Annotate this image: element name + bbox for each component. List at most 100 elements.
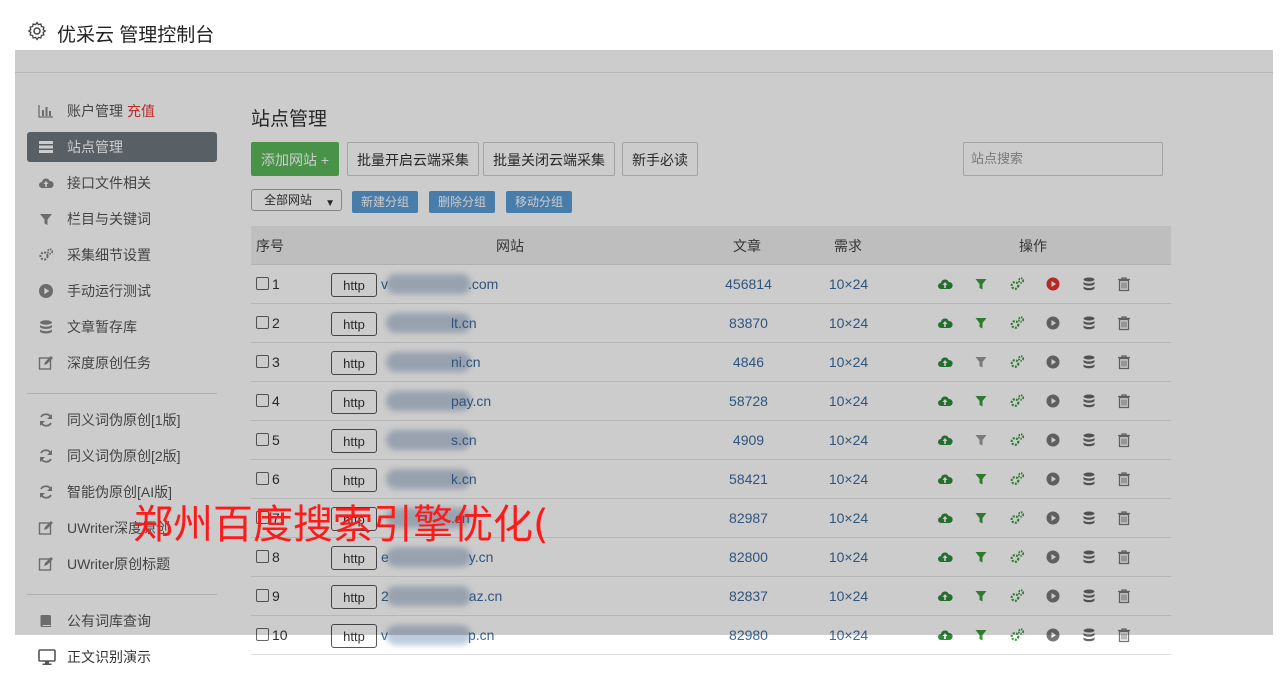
sidebar-item-uwriter-title[interactable]: UWriter原创标题 (27, 548, 217, 584)
trash-icon[interactable] (1116, 588, 1132, 604)
cloud-upload-icon[interactable] (937, 276, 953, 292)
row-checkbox[interactable] (256, 316, 269, 329)
delete-group-button[interactable]: 删除分组 (429, 191, 496, 213)
filter-icon[interactable] (973, 393, 989, 409)
gears-icon[interactable] (1009, 471, 1025, 487)
gears-icon[interactable] (1009, 588, 1025, 604)
article-count[interactable]: 58728 (691, 393, 806, 409)
gears-icon[interactable] (1009, 315, 1025, 331)
filter-icon[interactable] (973, 510, 989, 526)
filter-icon[interactable] (973, 315, 989, 331)
site-link[interactable]: v p.cn (381, 627, 494, 643)
gears-icon[interactable] (1009, 393, 1025, 409)
sidebar-item-collect-settings[interactable]: 采集细节设置 (27, 239, 217, 275)
database-icon[interactable] (1081, 588, 1097, 604)
article-count[interactable]: 456814 (691, 276, 806, 292)
database-icon[interactable] (1081, 393, 1097, 409)
row-checkbox[interactable] (256, 394, 269, 407)
demand-value[interactable]: 10×24 (806, 276, 891, 292)
trash-icon[interactable] (1116, 627, 1132, 643)
new-group-button[interactable]: 新建分组 (352, 191, 419, 213)
play-circle-icon[interactable] (1045, 471, 1061, 487)
database-icon[interactable] (1081, 354, 1097, 370)
sidebar-item-deep-original[interactable]: 深度原创任务 (27, 347, 217, 383)
sidebar-item-columns[interactable]: 栏目与关键词 (27, 203, 217, 239)
protocol-badge[interactable]: http (331, 273, 377, 297)
protocol-badge[interactable]: http (331, 429, 377, 453)
cloud-upload-icon[interactable] (937, 549, 953, 565)
demand-value[interactable]: 10×24 (806, 471, 891, 487)
row-checkbox[interactable] (256, 355, 269, 368)
trash-icon[interactable] (1116, 354, 1132, 370)
sidebar-item-synonym-v1[interactable]: 同义词伪原创[1版] (27, 404, 217, 440)
gears-icon[interactable] (1009, 510, 1025, 526)
site-link[interactable]: k.cn (381, 471, 477, 487)
site-link[interactable]: ni.cn (381, 354, 481, 370)
cloud-upload-icon[interactable] (937, 627, 953, 643)
play-circle-icon[interactable] (1045, 549, 1061, 565)
article-count[interactable]: 82980 (691, 627, 806, 643)
filter-icon[interactable] (973, 588, 989, 604)
article-count[interactable]: 82837 (691, 588, 806, 604)
article-count[interactable]: 82800 (691, 549, 806, 565)
play-circle-icon[interactable] (1045, 276, 1061, 292)
sidebar-item-public-lexicon[interactable]: 公有词库查询 (27, 605, 217, 641)
protocol-badge[interactable]: http (331, 624, 377, 648)
sidebar-item-synonym-v2[interactable]: 同义词伪原创[2版] (27, 440, 217, 476)
cloud-upload-icon[interactable] (937, 432, 953, 448)
article-count[interactable]: 4846 (691, 354, 806, 370)
filter-icon[interactable] (973, 276, 989, 292)
trash-icon[interactable] (1116, 549, 1132, 565)
row-checkbox[interactable] (256, 550, 269, 563)
site-link[interactable]: pay.cn (381, 393, 491, 409)
database-icon[interactable] (1081, 471, 1097, 487)
add-site-button[interactable]: 添加网站 + (251, 142, 340, 176)
database-icon[interactable] (1081, 276, 1097, 292)
cloud-upload-icon[interactable] (937, 393, 953, 409)
protocol-badge[interactable]: http (331, 351, 377, 375)
row-checkbox[interactable] (256, 277, 269, 290)
play-circle-icon[interactable] (1045, 432, 1061, 448)
cloud-upload-icon[interactable] (937, 471, 953, 487)
batch-close-cloud-button[interactable]: 批量关闭云端采集 (483, 142, 615, 176)
gears-icon[interactable] (1009, 354, 1025, 370)
gears-icon[interactable] (1009, 276, 1025, 292)
site-link[interactable]: s.cn (381, 432, 477, 448)
database-icon[interactable] (1081, 315, 1097, 331)
sidebar-item-manual-run[interactable]: 手动运行测试 (27, 275, 217, 311)
cloud-upload-icon[interactable] (937, 354, 953, 370)
play-circle-icon[interactable] (1045, 510, 1061, 526)
sidebar-item-account[interactable]: 账户管理 充值 (27, 95, 217, 131)
gears-icon[interactable] (1009, 549, 1025, 565)
database-icon[interactable] (1081, 549, 1097, 565)
trash-icon[interactable] (1116, 315, 1132, 331)
article-count[interactable]: 83870 (691, 315, 806, 331)
play-circle-icon[interactable] (1045, 315, 1061, 331)
filter-icon[interactable] (973, 432, 989, 448)
database-icon[interactable] (1081, 510, 1097, 526)
demand-value[interactable]: 10×24 (806, 510, 891, 526)
row-checkbox[interactable] (256, 628, 269, 641)
filter-icon[interactable] (973, 471, 989, 487)
site-link[interactable]: v .com (381, 276, 498, 292)
cloud-upload-icon[interactable] (937, 510, 953, 526)
play-circle-icon[interactable] (1045, 627, 1061, 643)
filter-icon[interactable] (973, 549, 989, 565)
cloud-upload-icon[interactable] (937, 588, 953, 604)
filter-icon[interactable] (973, 627, 989, 643)
database-icon[interactable] (1081, 432, 1097, 448)
protocol-badge[interactable]: http (331, 312, 377, 336)
sidebar-item-interface[interactable]: 接口文件相关 (27, 167, 217, 203)
trash-icon[interactable] (1116, 276, 1132, 292)
demand-value[interactable]: 10×24 (806, 315, 891, 331)
protocol-badge[interactable]: http (331, 585, 377, 609)
filter-icon[interactable] (973, 354, 989, 370)
newbie-guide-button[interactable]: 新手必读 (622, 142, 698, 176)
batch-open-cloud-button[interactable]: 批量开启云端采集 (347, 142, 479, 176)
trash-icon[interactable] (1116, 393, 1132, 409)
recharge-link[interactable]: 充值 (127, 103, 155, 119)
gear-icon[interactable] (27, 21, 47, 41)
article-count[interactable]: 4909 (691, 432, 806, 448)
article-count[interactable]: 58421 (691, 471, 806, 487)
trash-icon[interactable] (1116, 432, 1132, 448)
